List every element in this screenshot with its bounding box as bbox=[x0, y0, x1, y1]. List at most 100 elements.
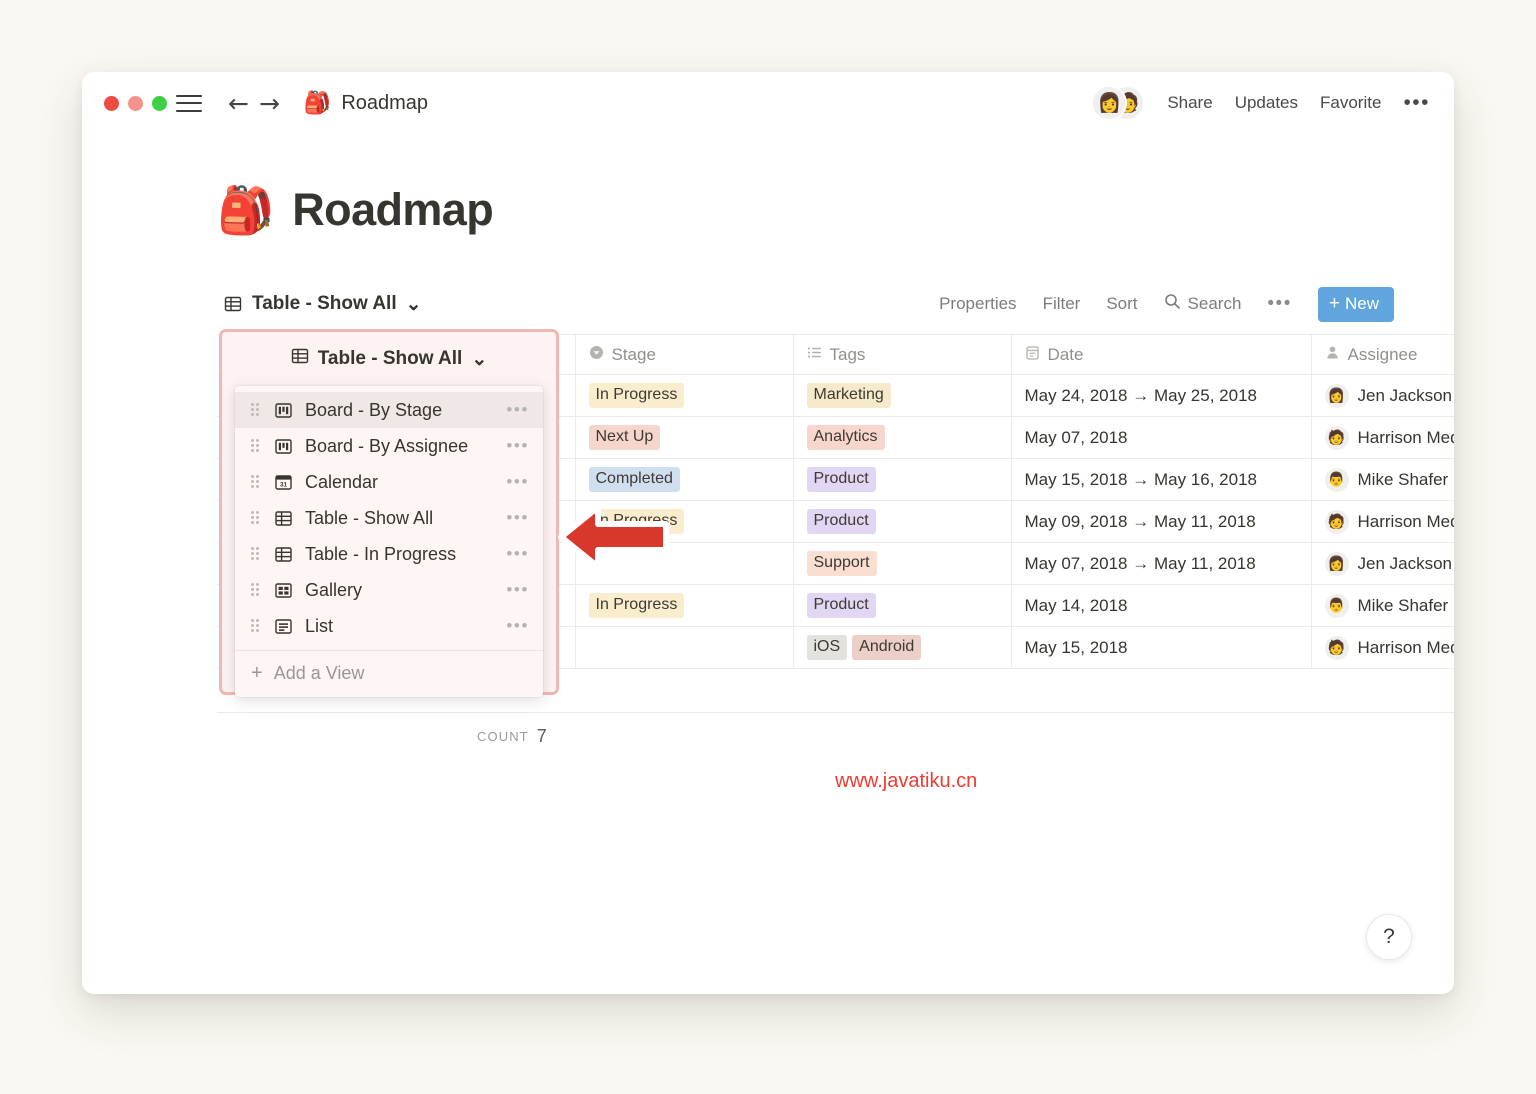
close-window-button[interactable] bbox=[104, 96, 119, 111]
sort-button[interactable]: Sort bbox=[1106, 294, 1137, 314]
search-button[interactable]: Search bbox=[1164, 293, 1242, 315]
cell-stage[interactable]: In Progress bbox=[575, 585, 793, 627]
cell-tags[interactable]: Product bbox=[793, 585, 1011, 627]
cell-tags[interactable]: Analytics bbox=[793, 417, 1011, 459]
table-icon bbox=[291, 347, 309, 371]
tag-badge[interactable]: Marketing bbox=[807, 383, 891, 408]
stage-badge[interactable]: In Progress bbox=[589, 383, 685, 408]
cell-assignee[interactable]: 👨Mike Shafer bbox=[1311, 459, 1454, 501]
back-arrow-icon[interactable]: ← bbox=[228, 91, 249, 116]
tag-badge[interactable]: Product bbox=[807, 593, 876, 618]
forward-arrow-icon[interactable]: → bbox=[259, 91, 280, 116]
new-button[interactable]: + New bbox=[1318, 287, 1394, 322]
assignee-name[interactable]: Jen Jackson bbox=[1358, 386, 1453, 406]
drag-handle[interactable] bbox=[251, 475, 261, 489]
cell-tags[interactable]: Marketing bbox=[793, 375, 1011, 417]
assignee-name[interactable]: Harrison Medoff bbox=[1358, 428, 1455, 448]
hamburger-icon[interactable] bbox=[176, 95, 202, 112]
drag-handle[interactable] bbox=[251, 511, 261, 525]
assignee-name[interactable]: Harrison Medoff bbox=[1358, 638, 1455, 658]
cell-tags[interactable]: Product bbox=[793, 459, 1011, 501]
tag-badge[interactable]: Product bbox=[807, 509, 876, 534]
page-title[interactable]: Roadmap bbox=[292, 184, 493, 236]
cell-assignee[interactable]: 🧑Harrison Medoff bbox=[1311, 627, 1454, 669]
cell-assignee[interactable]: 🧑 Harrison Medoff bbox=[1311, 417, 1454, 459]
cell-assignee[interactable]: 👨Mike Shafer bbox=[1311, 585, 1454, 627]
cell-assignee[interactable]: 👩Jen Jackson bbox=[1311, 375, 1454, 417]
assignee-name[interactable]: Harrison Medoff bbox=[1358, 512, 1455, 532]
drag-handle[interactable] bbox=[251, 547, 261, 561]
cell-assignee[interactable]: 👩Jen Jackson👩 bbox=[1311, 543, 1454, 585]
tag-badge[interactable]: Product bbox=[807, 467, 876, 492]
view-dropdown-item[interactable]: Gallery••• bbox=[235, 572, 543, 608]
cell-stage[interactable] bbox=[575, 627, 793, 669]
cell-stage[interactable]: Next Up bbox=[575, 417, 793, 459]
maximize-window-button[interactable] bbox=[152, 96, 167, 111]
cell-stage[interactable]: Completed bbox=[575, 459, 793, 501]
stage-badge[interactable]: Next Up bbox=[589, 425, 661, 450]
cell-tags[interactable]: iOSAndroid bbox=[793, 627, 1011, 669]
cell-date[interactable]: May 15, 2018 → May 16, 2018 bbox=[1011, 459, 1311, 501]
column-header-tags[interactable]: Tags bbox=[793, 335, 1011, 375]
stage-badge[interactable]: In Progress bbox=[589, 593, 685, 618]
assignee-name[interactable]: Mike Shafer bbox=[1358, 596, 1449, 616]
drag-handle[interactable] bbox=[251, 583, 261, 597]
drag-handle[interactable] bbox=[251, 439, 261, 453]
properties-button[interactable]: Properties bbox=[939, 294, 1016, 314]
column-header-date[interactable]: Date bbox=[1011, 335, 1311, 375]
view-dropdown-item[interactable]: Board - By Stage••• bbox=[235, 392, 543, 428]
help-button[interactable]: ? bbox=[1366, 914, 1412, 960]
column-header-assignee[interactable]: Assignee bbox=[1311, 335, 1454, 375]
toolbar-more-icon[interactable]: ••• bbox=[1267, 293, 1291, 315]
plus-icon: + bbox=[1329, 294, 1340, 313]
breadcrumb[interactable]: Roadmap bbox=[341, 92, 428, 115]
favorite-button[interactable]: Favorite bbox=[1320, 93, 1381, 113]
view-switcher-button[interactable]: Table - Show All ⌄ bbox=[217, 289, 428, 320]
backpack-icon[interactable]: 🎒 bbox=[217, 187, 274, 233]
view-dropdown-item[interactable]: Table - In Progress••• bbox=[235, 536, 543, 572]
app-window: ← → 🎒 Roadmap 👩 🧑 Share Updates Favorite… bbox=[82, 72, 1454, 994]
drag-handle[interactable] bbox=[251, 619, 261, 633]
add-a-view-button[interactable]: + Add a View bbox=[235, 653, 543, 693]
filter-button[interactable]: Filter bbox=[1043, 294, 1081, 314]
view-item-more-icon[interactable]: ••• bbox=[506, 472, 529, 492]
drag-handle[interactable] bbox=[251, 403, 261, 417]
cell-stage[interactable]: In Progress bbox=[575, 375, 793, 417]
view-item-more-icon[interactable]: ••• bbox=[506, 400, 529, 420]
cell-date[interactable]: May 24, 2018 → May 25, 2018 bbox=[1011, 375, 1311, 417]
avatar: 🧑 bbox=[1325, 426, 1349, 450]
cell-date[interactable]: May 09, 2018 → May 11, 2018 bbox=[1011, 501, 1311, 543]
tag-badge[interactable]: Analytics bbox=[807, 425, 885, 450]
avatar-stack[interactable]: 👩 🧑 bbox=[1091, 85, 1145, 121]
cell-date[interactable]: May 15, 2018 bbox=[1011, 627, 1311, 669]
more-options-icon[interactable]: ••• bbox=[1403, 91, 1430, 115]
tag-badge[interactable]: iOS bbox=[807, 635, 848, 660]
cell-date[interactable]: May 14, 2018 bbox=[1011, 585, 1311, 627]
cell-assignee[interactable]: 🧑Harrison Medoff bbox=[1311, 501, 1454, 543]
cell-tags[interactable]: Product bbox=[793, 501, 1011, 543]
tag-badge[interactable]: Android bbox=[852, 635, 921, 660]
cell-date[interactable]: May 07, 2018 → May 11, 2018 bbox=[1011, 543, 1311, 585]
view-item-more-icon[interactable]: ••• bbox=[506, 580, 529, 600]
view-dropdown-item[interactable]: 31Calendar••• bbox=[235, 464, 543, 500]
column-header-stage[interactable]: Stage bbox=[575, 335, 793, 375]
view-dropdown-item[interactable]: Board - By Assignee••• bbox=[235, 428, 543, 464]
view-item-more-icon[interactable]: ••• bbox=[506, 436, 529, 456]
updates-button[interactable]: Updates bbox=[1235, 93, 1298, 113]
view-dropdown-item[interactable]: Table - Show All••• bbox=[235, 500, 543, 536]
view-item-more-icon[interactable]: ••• bbox=[506, 616, 529, 636]
view-item-more-icon[interactable]: ••• bbox=[506, 544, 529, 564]
share-button[interactable]: Share bbox=[1167, 93, 1212, 113]
view-dropdown-item[interactable]: List••• bbox=[235, 608, 543, 644]
stage-badge[interactable]: Completed bbox=[589, 467, 680, 492]
assignee-name[interactable]: Jen Jackson bbox=[1358, 554, 1453, 574]
column-label: Assignee bbox=[1348, 345, 1418, 365]
tag-badge[interactable]: Support bbox=[807, 551, 877, 576]
person-icon bbox=[1325, 345, 1340, 365]
cell-tags[interactable]: Support bbox=[793, 543, 1011, 585]
count-value[interactable]: 7 bbox=[537, 726, 547, 747]
minimize-window-button[interactable] bbox=[128, 96, 143, 111]
cell-date[interactable]: May 07, 2018 bbox=[1011, 417, 1311, 459]
assignee-name[interactable]: Mike Shafer bbox=[1358, 470, 1449, 490]
view-item-more-icon[interactable]: ••• bbox=[506, 508, 529, 528]
